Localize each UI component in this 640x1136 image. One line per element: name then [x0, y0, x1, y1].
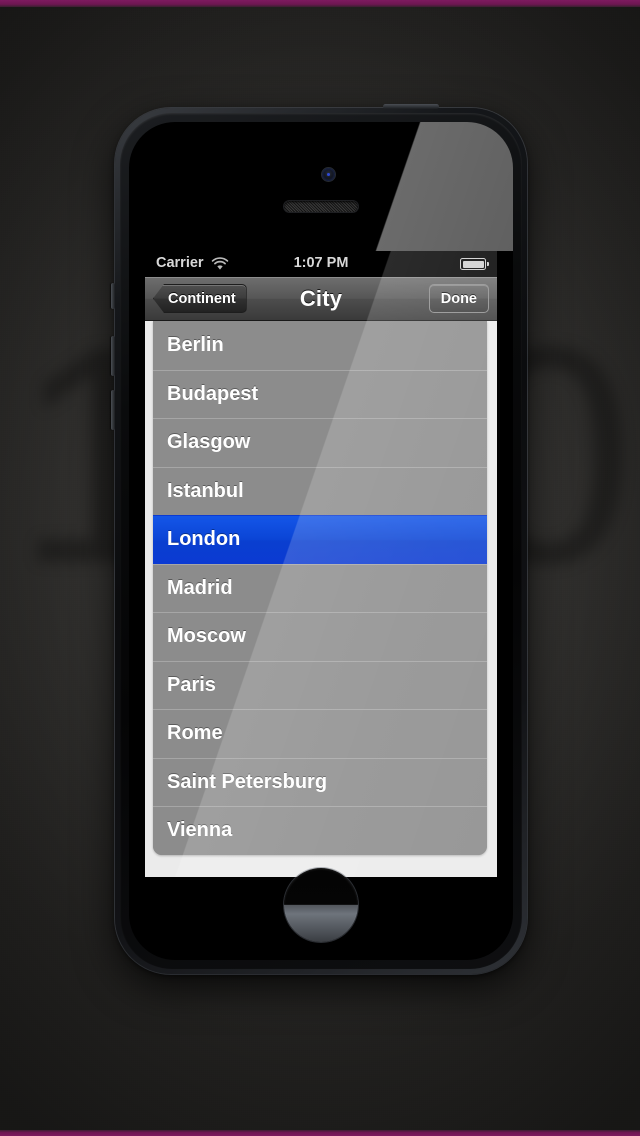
device-bezel: Carrier 1:07 PM Continent City Done Berl… — [120, 113, 522, 969]
list-item-label: Vienna — [167, 819, 233, 842]
power-button-icon[interactable] — [383, 104, 439, 109]
earpiece-speaker-icon — [284, 201, 358, 212]
list-item-label: Budapest — [167, 382, 259, 405]
list-item[interactable]: Vienna — [153, 806, 487, 855]
list-item[interactable]: Rome — [153, 709, 487, 758]
device-screen: Carrier 1:07 PM Continent City Done Berl… — [145, 251, 497, 877]
mute-switch-icon[interactable] — [111, 283, 115, 309]
list-item[interactable]: Berlin — [153, 321, 487, 370]
list-item[interactable]: Budapest — [153, 369, 487, 418]
volume-down-button-icon[interactable] — [111, 390, 115, 430]
list-item-label: Madrid — [167, 576, 233, 599]
front-camera-icon — [322, 168, 335, 181]
list-item[interactable]: Glasgow — [153, 418, 487, 467]
list-item[interactable]: Moscow — [153, 612, 487, 661]
navigation-bar: Continent City Done — [145, 277, 497, 321]
home-button-icon[interactable] — [284, 868, 358, 942]
bottom-accent-strip — [0, 1130, 640, 1136]
list-item[interactable]: Istanbul — [153, 466, 487, 515]
screenshot-scene: 1 0 Carrier — [0, 0, 640, 1136]
list-item-label: Istanbul — [167, 479, 244, 502]
list-item-label: Saint Petersburg — [167, 770, 328, 793]
list-item[interactable]: Saint Petersburg — [153, 757, 487, 806]
battery-full-icon — [460, 258, 489, 270]
list-item-label: Moscow — [167, 625, 246, 648]
list-item[interactable]: Paris — [153, 660, 487, 709]
list-item[interactable]: Madrid — [153, 563, 487, 612]
list-item-label: London — [167, 528, 241, 551]
volume-up-button-icon[interactable] — [111, 336, 115, 376]
clock-label: 1:07 PM — [293, 255, 349, 271]
list-item[interactable]: London — [153, 515, 487, 564]
screen-content: Berlin Budapest Glasgow Istanbul London Madri… — [145, 321, 497, 877]
device-face: Carrier 1:07 PM Continent City Done Berl… — [129, 122, 513, 960]
list-item-label: Berlin — [167, 333, 224, 356]
list-item-label: Paris — [167, 673, 216, 696]
list-item-label: Glasgow — [167, 431, 251, 454]
status-bar: Carrier 1:07 PM — [145, 251, 497, 277]
iphone-device: Carrier 1:07 PM Continent City Done Berl… — [111, 104, 527, 974]
done-button[interactable]: Done — [428, 284, 489, 313]
city-list[interactable]: Berlin Budapest Glasgow Istanbul London Madri… — [153, 321, 487, 855]
top-accent-strip — [0, 0, 640, 7]
list-item-label: Rome — [167, 722, 223, 745]
